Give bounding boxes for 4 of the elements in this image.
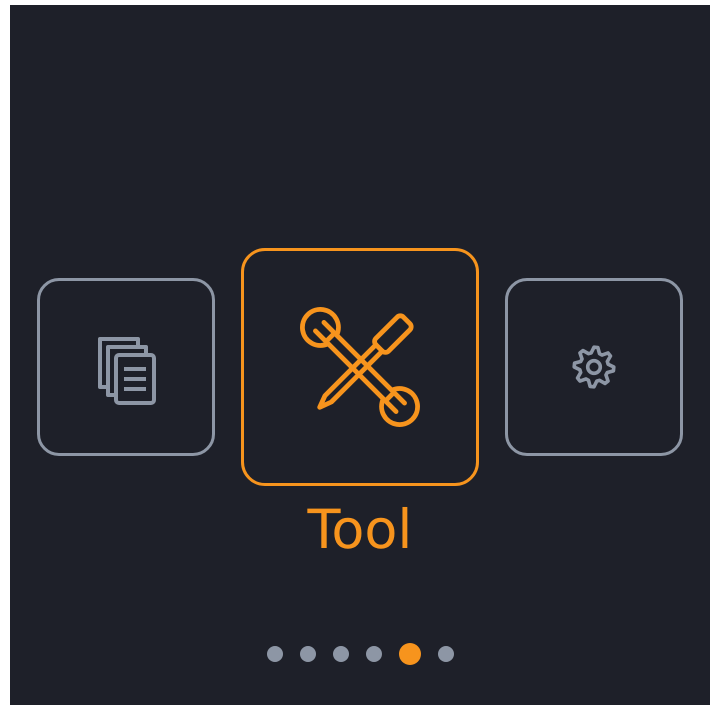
menu-tile[interactable] (37, 278, 215, 456)
menu-label: Tool (308, 503, 412, 557)
menu-tile[interactable] (505, 278, 683, 456)
menu-tile[interactable] (241, 248, 479, 486)
